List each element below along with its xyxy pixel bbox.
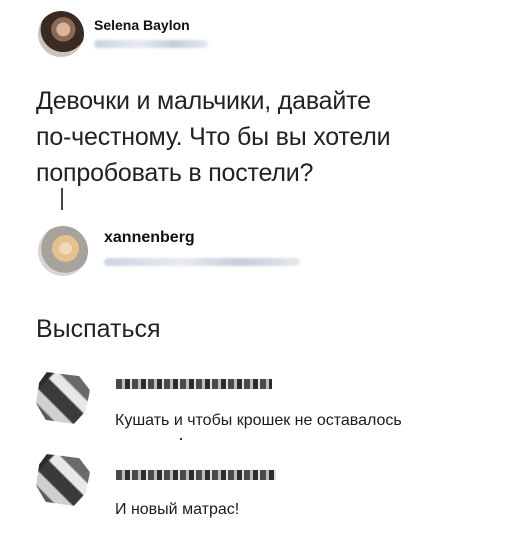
author-handle-redacted [94, 40, 208, 48]
author-name[interactable]: Selena Baylon [94, 17, 190, 33]
tweet-line: попробовать в постели? [36, 159, 314, 187]
decor-dot [180, 438, 182, 440]
tweet-line: по-честному. Что бы вы хотели [36, 123, 391, 151]
reply-author-handle-redacted [104, 258, 300, 266]
commenter-name-pixelated [116, 379, 272, 389]
tweet-body: Девочки и мальчики, давайте по-честному.… [36, 83, 496, 191]
comment-text: Кушать и чтобы крошек не оставалось [115, 412, 402, 429]
commenter-avatar-pixelated[interactable] [36, 372, 90, 424]
comment-text: И новый матрас! [115, 501, 240, 518]
reply-author-name[interactable]: xannenberg [104, 229, 195, 247]
thread-connector [61, 188, 63, 210]
commenter-name-pixelated [116, 470, 276, 480]
commenter-avatar-pixelated[interactable] [36, 454, 90, 506]
reply-author-avatar[interactable] [38, 226, 88, 276]
reply-body: Выспаться [36, 315, 161, 343]
author-avatar[interactable] [38, 11, 84, 57]
tweet-line: Девочки и мальчики, давайте [36, 87, 371, 115]
